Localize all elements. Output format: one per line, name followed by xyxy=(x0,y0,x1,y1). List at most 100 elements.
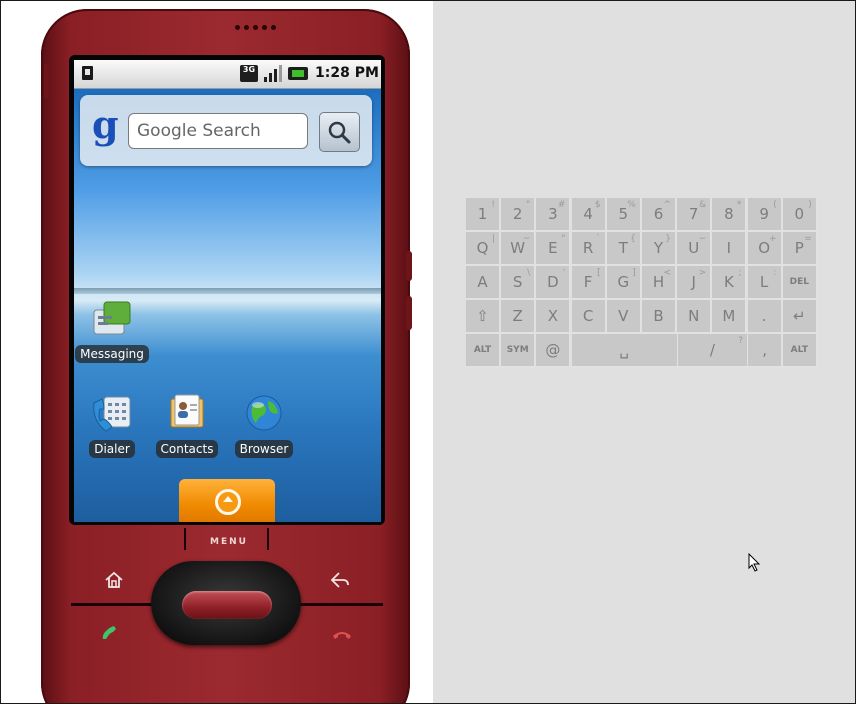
key-x[interactable]: X xyxy=(536,300,571,333)
app-label: Dialer xyxy=(89,440,135,458)
key-alt-symbol: * xyxy=(736,200,742,210)
key-h[interactable]: H < xyxy=(642,266,676,299)
key-enter[interactable]: ↵ xyxy=(782,300,817,333)
key-label: ALT xyxy=(790,345,808,355)
key-k[interactable]: K; xyxy=(712,266,747,299)
key-alt-right[interactable]: ALT xyxy=(782,334,817,367)
key-5[interactable]: 5% xyxy=(606,198,641,231)
key-alt-symbol: = xyxy=(804,234,812,244)
key-label: M xyxy=(722,307,736,325)
key-f[interactable]: F[ xyxy=(571,266,606,299)
key-a[interactable]: A xyxy=(466,266,500,299)
back-icon[interactable] xyxy=(329,569,351,591)
key-r[interactable]: R ` xyxy=(571,232,606,265)
key-alt-symbol: : xyxy=(773,268,777,278)
key-alt-symbol: " xyxy=(561,234,566,244)
key-0[interactable]: 0) xyxy=(782,198,817,231)
key-l[interactable]: L: xyxy=(747,266,782,299)
key-9[interactable]: 9( xyxy=(747,198,782,231)
volume-button[interactable] xyxy=(406,251,412,281)
key-t[interactable]: T{ xyxy=(606,232,641,265)
key-shift[interactable]: ⇧ xyxy=(466,300,500,333)
key-label: C xyxy=(582,307,594,325)
status-bar[interactable]: 3G 1:28 PM xyxy=(74,60,381,89)
app-contacts[interactable]: Contacts xyxy=(147,391,227,458)
signal-icon xyxy=(262,65,282,82)
emulator-keyboard: 1! 2 " 3 #4 $5% 6 ^ 7 & 8 * 9(0) Q | W ~ E " R ` T{Y} U − I O + P = A… xyxy=(466,198,818,370)
key-label: N xyxy=(688,307,700,325)
key-delete[interactable]: DEL xyxy=(782,266,817,299)
key-alt-left[interactable]: ALT xyxy=(466,334,500,367)
key-6[interactable]: 6 ^ xyxy=(642,198,676,231)
key-space[interactable]: ␣ xyxy=(571,334,678,367)
key-4[interactable]: 4 $ xyxy=(571,198,606,231)
key-alt-symbol: { xyxy=(630,234,636,244)
key-label: @ xyxy=(545,341,561,359)
emulator-window: 3G 1:28 PM g Google Search Messaging Dia… xyxy=(0,0,856,704)
key-alt-symbol: ] xyxy=(632,268,636,278)
key-m[interactable]: M xyxy=(712,300,747,333)
key-z[interactable]: Z xyxy=(501,300,536,333)
key-c[interactable]: C xyxy=(571,300,606,333)
key-e[interactable]: E " xyxy=(536,232,571,265)
app-dialer[interactable]: Dialer xyxy=(74,391,152,458)
key-y[interactable]: Y} xyxy=(642,232,676,265)
key-w[interactable]: W ~ xyxy=(501,232,536,265)
app-browser[interactable]: Browser xyxy=(224,391,304,458)
key-alt-symbol: & xyxy=(699,200,707,210)
app-label: Contacts xyxy=(155,440,219,458)
end-call-icon[interactable] xyxy=(331,623,353,645)
key-3[interactable]: 3 # xyxy=(536,198,571,231)
key-period[interactable]: . xyxy=(747,300,782,333)
key-alt-symbol: } xyxy=(665,234,671,244)
key-alt-symbol: ` xyxy=(596,234,601,244)
key-alt-symbol: > xyxy=(698,268,707,278)
search-input[interactable]: Google Search xyxy=(128,113,308,149)
key-j[interactable]: J > xyxy=(677,266,712,299)
mouse-cursor-icon xyxy=(748,553,761,572)
key-s[interactable]: S \ xyxy=(501,266,536,299)
key-label: / xyxy=(709,341,715,359)
call-icon[interactable] xyxy=(99,623,121,645)
search-button[interactable] xyxy=(319,112,360,152)
key-label: SYM xyxy=(506,345,529,355)
key-n[interactable]: N xyxy=(677,300,712,333)
app-drawer-handle[interactable] xyxy=(179,479,275,522)
google-logo[interactable]: g xyxy=(92,105,119,145)
key-alt-symbol: $ xyxy=(594,200,601,210)
key-comma[interactable]: , xyxy=(748,334,783,367)
key-b[interactable]: B xyxy=(642,300,676,333)
key-d[interactable]: D ' xyxy=(536,266,571,299)
key-sym[interactable]: SYM xyxy=(501,334,536,367)
home-screen[interactable]: 3G 1:28 PM g Google Search Messaging Dia… xyxy=(74,60,381,522)
camera-button[interactable] xyxy=(406,296,412,330)
key-i[interactable]: I xyxy=(712,232,747,265)
status-clock: 1:28 PM xyxy=(315,65,379,81)
network-3g-icon: 3G xyxy=(240,65,258,82)
key-o[interactable]: O + xyxy=(747,232,782,265)
key-1[interactable]: 1! xyxy=(466,198,500,231)
key-2[interactable]: 2 " xyxy=(501,198,536,231)
key-alt-symbol: + xyxy=(769,234,777,244)
browser-icon xyxy=(242,391,286,435)
key-v[interactable]: V xyxy=(606,300,641,333)
menu-button[interactable]: MENU xyxy=(199,537,259,547)
key-alt-symbol: ^ xyxy=(663,200,671,210)
key-g[interactable]: G] xyxy=(606,266,641,299)
home-icon[interactable] xyxy=(103,569,125,591)
key-p[interactable]: P = xyxy=(782,232,817,265)
key-slash[interactable]: /? xyxy=(677,334,749,367)
key-alt-symbol: [ xyxy=(597,268,601,278)
sd-card-icon xyxy=(82,66,93,80)
key-8[interactable]: 8 * xyxy=(712,198,747,231)
left-side-button[interactable] xyxy=(44,63,49,99)
key-at[interactable]: @ xyxy=(536,334,571,367)
battery-icon xyxy=(288,67,308,80)
key-u[interactable]: U − xyxy=(677,232,712,265)
contacts-icon xyxy=(165,391,209,435)
app-messaging[interactable]: Messaging xyxy=(74,296,152,363)
trackball[interactable] xyxy=(182,591,272,619)
key-7[interactable]: 7 & xyxy=(677,198,712,231)
app-label: Messaging xyxy=(75,345,149,363)
key-q[interactable]: Q | xyxy=(466,232,500,265)
